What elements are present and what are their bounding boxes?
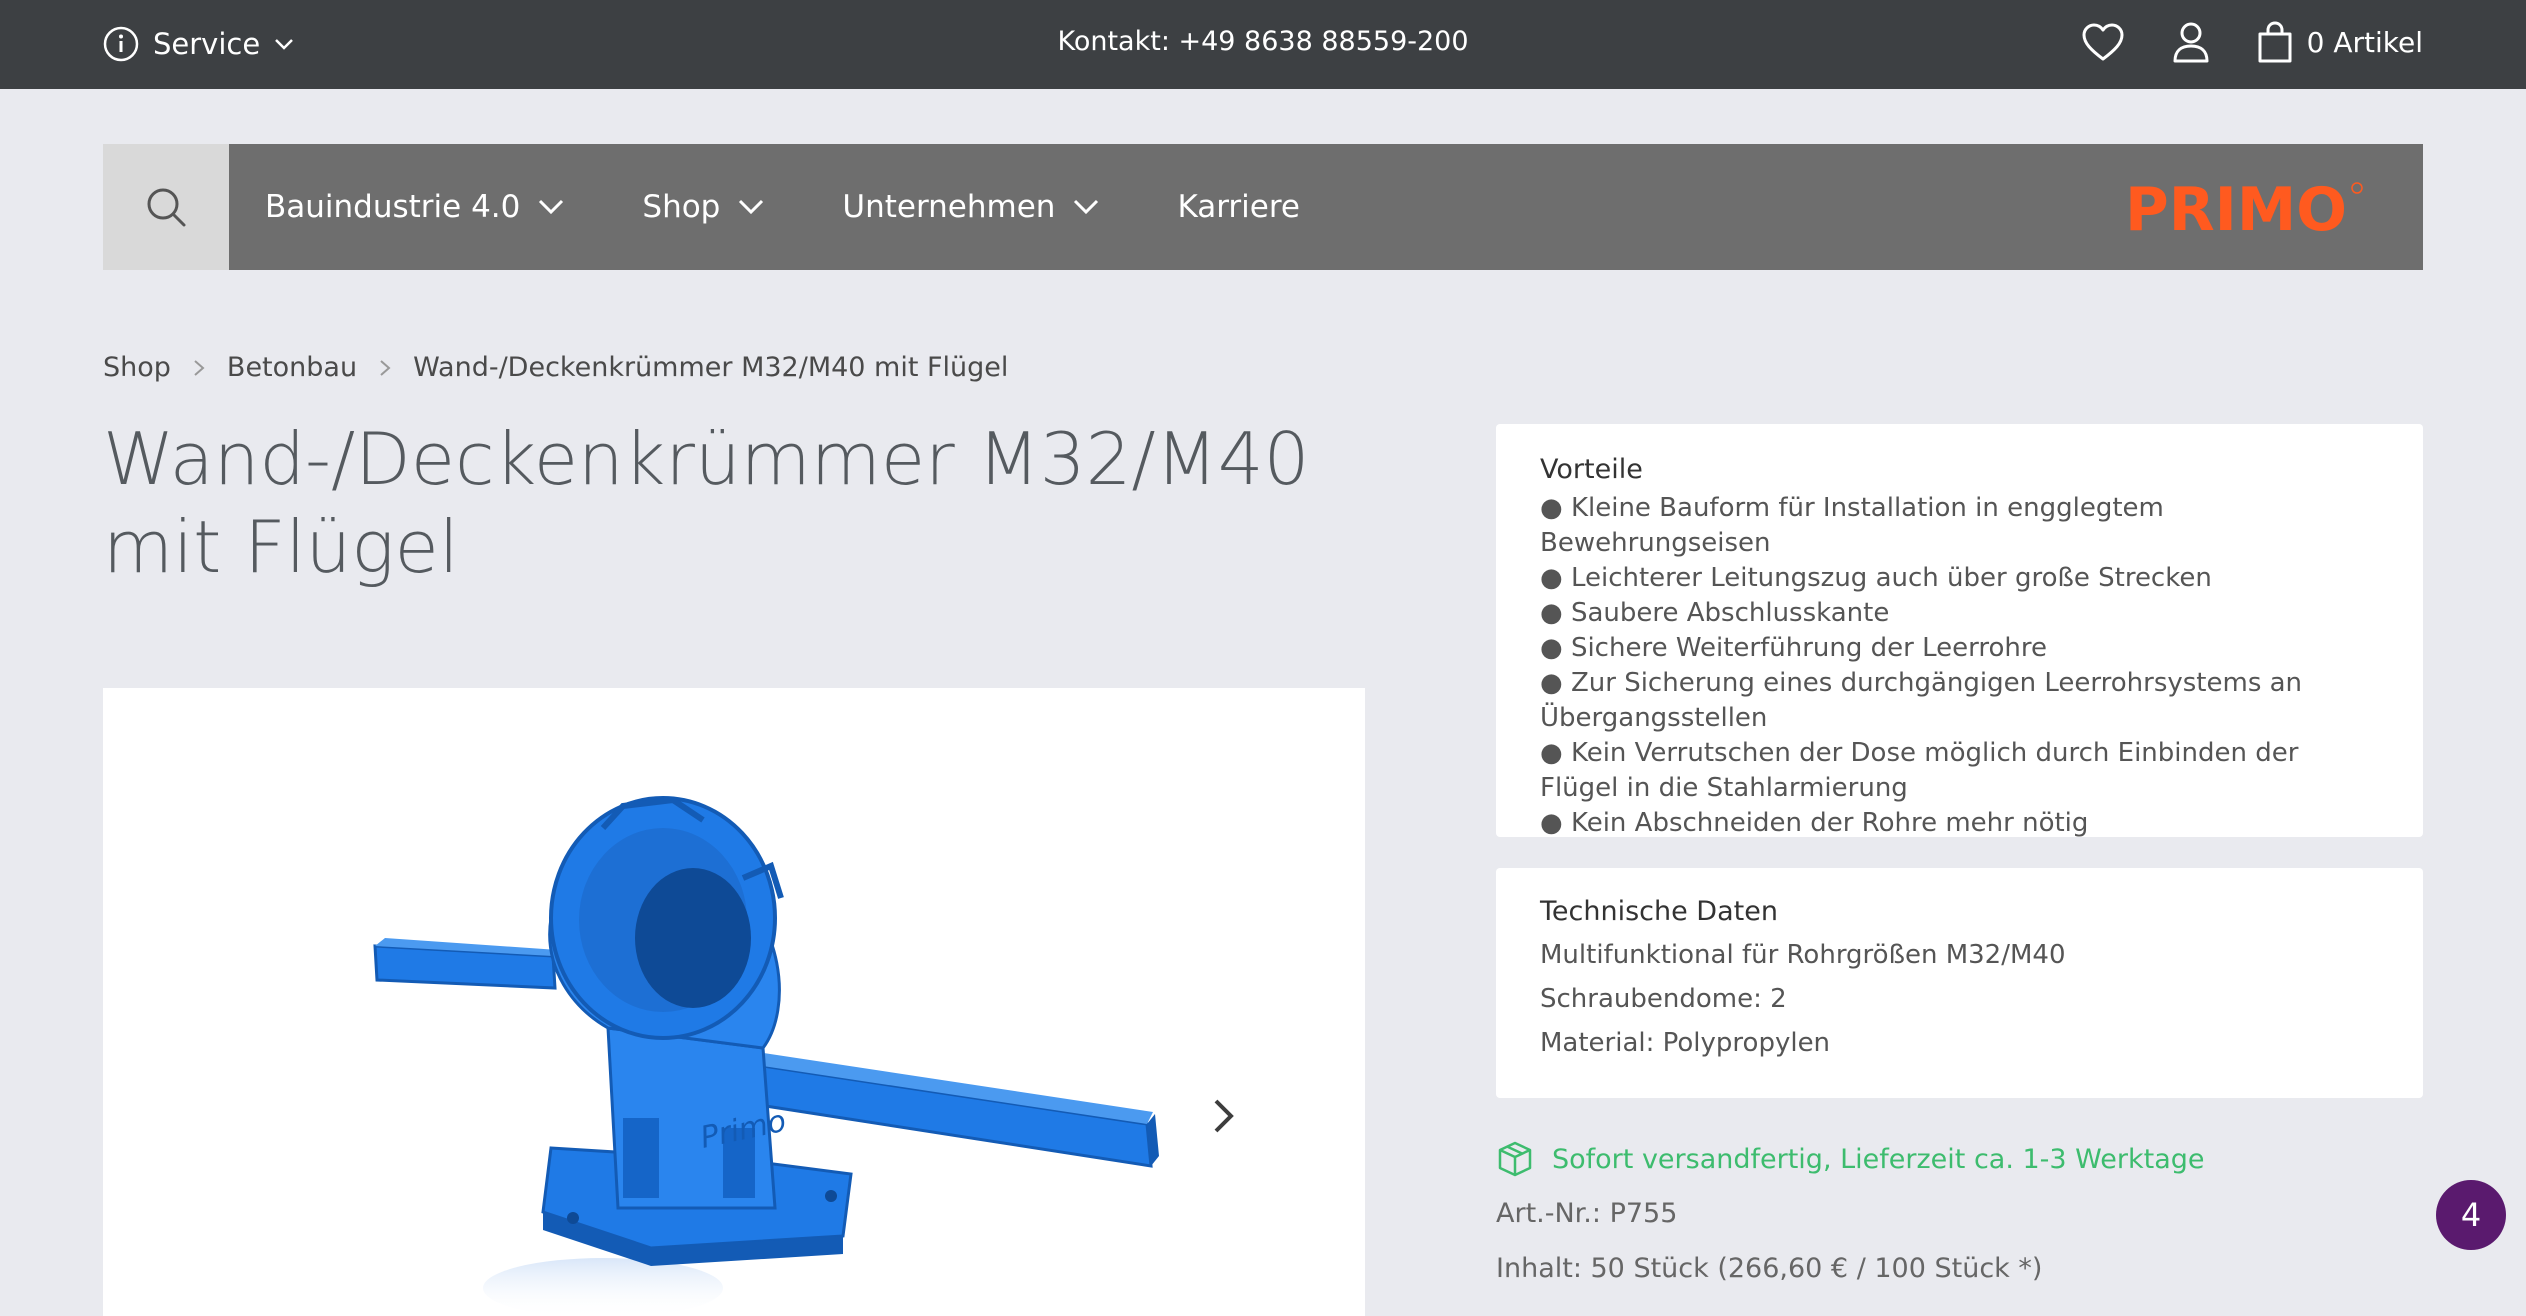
search-button[interactable] [103, 144, 229, 270]
tech-spec: Material: Polypropylen [1540, 1028, 1831, 1058]
benefit-item: ● Kleine Bauform für Installation in eng… [1540, 493, 2164, 558]
wishlist-button[interactable] [2081, 22, 2125, 62]
benefits-title: Vorteile [1540, 454, 1643, 485]
chevron-right-icon [1214, 1099, 1234, 1133]
benefit-item: ● Saubere Abschlusskante [1540, 598, 1890, 628]
header-actions: 0 Artikel [2035, 20, 2423, 64]
chevron-right-icon [379, 359, 391, 377]
benefit-item: ● Sichere Weiterführung der Leerrohre [1540, 633, 2047, 663]
benefit-item: ● Kein Verrutschen der Dose möglich durc… [1540, 738, 2299, 803]
breadcrumb-shop[interactable]: Shop [103, 352, 171, 383]
nav-item-shop[interactable]: Shop [642, 189, 764, 225]
technical-data-title: Technische Daten [1540, 896, 1778, 927]
search-icon [147, 188, 186, 227]
chevron-down-icon [739, 199, 764, 215]
chevron-down-icon [539, 199, 564, 215]
shopping-bag-icon [2258, 21, 2292, 63]
cart-button[interactable]: 0 Artikel [2257, 20, 2423, 64]
product-image[interactable]: Primo [103, 688, 1365, 1316]
page-title: Wand-/Deckenkrümmer M32/M40 mit Flügel [103, 417, 1310, 589]
benefit-item: ● Leichterer Leitungszug auch über große… [1540, 563, 2212, 593]
benefits-card: Vorteile ● Kleine Bauform für Installati… [1496, 424, 2423, 838]
cart-label: 0 Artikel [2306, 25, 2423, 59]
main-navigation: Bauindustrie 4.0 Shop Unternehmen Karrie… [103, 144, 2423, 270]
nav-item-bauindustrie[interactable]: Bauindustrie 4.0 [265, 189, 564, 225]
nav-item-label: Bauindustrie 4.0 [265, 189, 521, 225]
tech-spec: Multifunktional für Rohrgrößen M32/M40 [1540, 940, 2066, 970]
nav-items: Bauindustrie 4.0 Shop Unternehmen Karrie… [265, 144, 1378, 270]
nav-item-karriere[interactable]: Karriere [1177, 189, 1300, 225]
article-number: Art.-Nr.: P755 [1496, 1198, 1678, 1229]
nav-item-label: Karriere [1177, 189, 1300, 225]
account-button[interactable] [2171, 21, 2211, 63]
package-icon [1498, 1141, 1532, 1177]
notification-badge[interactable]: 4 [2436, 1180, 2506, 1250]
delivery-status: Sofort versandfertig, Lieferzeit ca. 1-3… [1496, 1140, 2205, 1178]
benefit-item: ● Kein Abschneiden der Rohre mehr nötig [1540, 808, 2089, 838]
package-content: Inhalt: 50 Stück (266,60 € / 100 Stück *… [1496, 1253, 2043, 1284]
svg-text:PRIMO: PRIMO [2125, 178, 2347, 238]
nav-item-label: Shop [642, 189, 721, 225]
breadcrumb-betonbau[interactable]: Betonbau [227, 352, 357, 383]
primo-logo[interactable]: PRIMO [2125, 175, 2365, 245]
breadcrumb-current: Wand-/Deckenkrümmer M32/M40 mit Flügel [413, 352, 1009, 383]
gallery-next-button[interactable] [1212, 1097, 1236, 1139]
benefit-item: ● Zur Sicherung eines durchgängigen Leer… [1540, 668, 2303, 733]
tech-spec: Schraubendome: 2 [1540, 984, 1787, 1014]
breadcrumb: Shop Betonbau Wand-/Deckenkrümmer M32/M4… [103, 352, 1008, 383]
user-icon [2173, 22, 2209, 63]
heart-icon [2082, 23, 2124, 61]
nav-item-label: Unternehmen [842, 189, 1056, 225]
technical-data-card: Technische Daten Multifunktional für Roh… [1496, 868, 2423, 1098]
chevron-right-icon [193, 359, 205, 377]
delivery-text: Sofort versandfertig, Lieferzeit ca. 1-3… [1552, 1143, 2205, 1175]
primo-logo-mark: PRIMO [2125, 175, 2363, 245]
product-photo: Primo [373, 796, 1159, 1316]
top-bar: Service Kontakt: +49 8638 88559-200 0 Ar… [0, 0, 2526, 89]
chevron-down-icon [1074, 199, 1099, 215]
nav-item-unternehmen[interactable]: Unternehmen [842, 189, 1099, 225]
